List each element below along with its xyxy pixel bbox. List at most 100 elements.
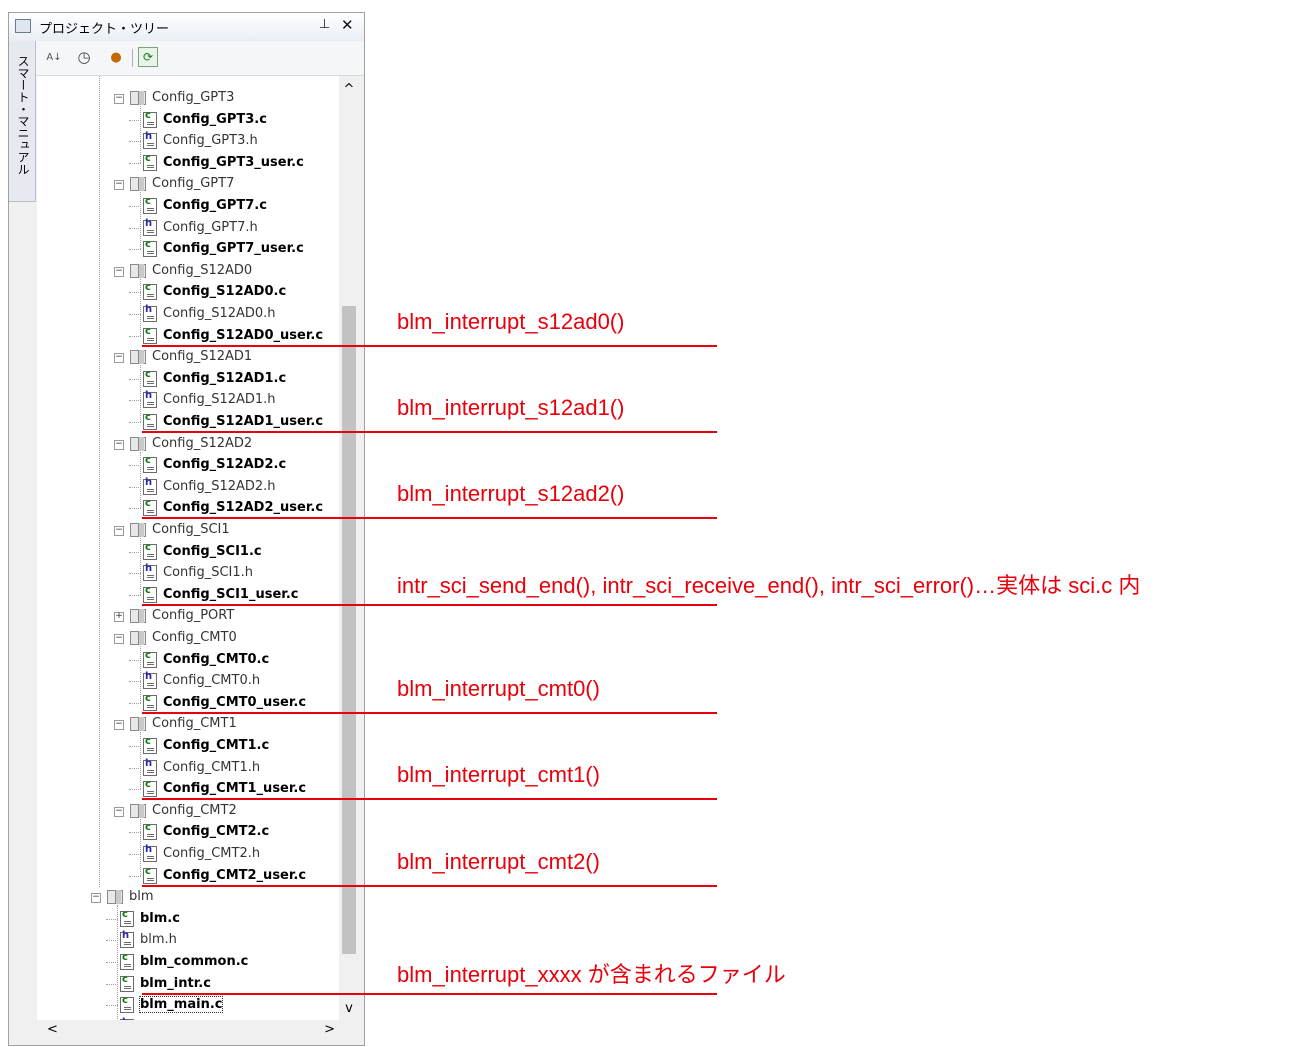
tree-file-label: Config_S12AD0.h <box>163 306 276 321</box>
tree-file[interactable]: blm_intr.c <box>37 974 339 994</box>
tree-file[interactable]: Config_S12AD0.c <box>37 282 339 302</box>
tree-file-label: blm_intr.c <box>140 975 211 991</box>
collapse-icon[interactable]: − <box>114 526 124 536</box>
collapse-icon[interactable]: − <box>114 353 124 364</box>
folder-icon <box>105 890 125 905</box>
sort-icon[interactable]: A↓ <box>44 47 64 67</box>
user-icon[interactable]: ● <box>106 47 126 67</box>
tree-file[interactable]: Config_S12AD0.h <box>37 304 339 324</box>
tree-folder[interactable]: − Config_SCI1 <box>37 520 339 540</box>
tree-folder[interactable]: − Config_S12AD0 <box>37 261 339 281</box>
tree-folder[interactable]: + Config_PORT <box>37 606 339 626</box>
pin-icon[interactable]: ⊥ <box>319 17 330 32</box>
h-file-icon <box>120 930 134 949</box>
c-file-icon <box>143 196 157 214</box>
tree-file[interactable]: Config_GPT3.c <box>37 110 339 130</box>
tree-file-label: blm_common.c <box>140 954 249 969</box>
tree-folder[interactable]: − Config_GPT3 <box>37 88 339 108</box>
collapse-icon[interactable]: − <box>114 94 124 104</box>
tree-file-label: Config_CMT1.c <box>163 738 270 753</box>
scroll-right-icon[interactable]: > <box>324 1022 335 1037</box>
horizontal-scrollbar[interactable]: < > <box>37 1020 359 1042</box>
tree-file[interactable]: Config_S12AD1_user.c <box>37 412 339 432</box>
tree-folder-label: Config_CMT0 <box>152 630 237 645</box>
annotation-underline <box>142 884 717 887</box>
collapse-icon[interactable]: − <box>114 266 124 277</box>
tree-file[interactable]: Config_GPT7_user.c <box>37 239 339 259</box>
tree-folder[interactable]: − Config_S12AD2 <box>37 434 339 454</box>
c-file-icon <box>120 952 134 970</box>
tree-file[interactable]: Config_S12AD1.h <box>37 390 339 410</box>
tree-folder-label: Config_S12AD1 <box>152 349 253 365</box>
folder-icon <box>128 263 148 278</box>
tree-guide-line <box>140 538 141 595</box>
tree-folder[interactable]: − Config_GPT7 <box>37 174 339 194</box>
scroll-up-icon[interactable]: ^ <box>340 82 358 97</box>
vertical-scrollbar[interactable]: ^ v <box>340 76 358 1020</box>
tree-file-label: Config_GPT3.c <box>163 111 267 127</box>
clock-icon[interactable]: ◷ <box>74 47 94 67</box>
tree-connector <box>129 335 141 337</box>
collapse-icon[interactable]: − <box>114 806 124 817</box>
tree-file[interactable]: Config_GPT7.c <box>37 196 339 216</box>
collapse-icon[interactable]: − <box>114 180 124 191</box>
c-file-icon <box>143 822 157 841</box>
expand-icon[interactable]: + <box>114 612 124 623</box>
collapse-icon[interactable]: − <box>114 720 124 731</box>
tree-file[interactable]: blm.c <box>37 909 339 929</box>
annotation-label: blm_interrupt_s12ad2() <box>397 481 625 507</box>
c-file-icon <box>143 282 157 301</box>
collapse-icon[interactable]: − <box>91 893 101 904</box>
c-file-icon <box>143 585 157 603</box>
folder-icon <box>128 803 148 818</box>
tree-folder[interactable]: − Config_CMT2 <box>37 801 339 821</box>
tree-folder[interactable]: − blm <box>37 887 339 907</box>
tree-folder[interactable]: − Config_CMT1 <box>37 714 339 734</box>
tree-file[interactable]: Config_S12AD2.h <box>37 477 339 497</box>
tree-folder[interactable]: − Config_S12AD1 <box>37 347 339 367</box>
tree-folder-label: Config_PORT <box>152 608 235 624</box>
tree-file[interactable]: Config_CMT0.c <box>37 650 339 670</box>
tree-file[interactable]: Config_CMT1_user.c <box>37 779 339 799</box>
c-file-icon <box>120 909 134 927</box>
tree-file[interactable]: Config_CMT1.h <box>37 758 339 778</box>
tree-file[interactable]: blm.h <box>37 930 339 950</box>
tree-file[interactable]: Config_CMT2.c <box>37 822 339 842</box>
tree-file-label: Config_CMT2.c <box>163 824 270 840</box>
tree-file[interactable]: Config_CMT1.c <box>37 736 339 756</box>
tree-file[interactable]: blm_main.c <box>37 995 339 1015</box>
tree-file[interactable]: Config_CMT2_user.c <box>37 866 339 886</box>
tree-file-label: Config_CMT0.c <box>163 651 270 667</box>
tree-folder[interactable]: − Config_CMT0 <box>37 628 339 648</box>
tree-file[interactable]: Config_CMT0.h <box>37 671 339 691</box>
tree-file[interactable]: Config_CMT0_user.c <box>37 693 339 713</box>
tree-file[interactable]: Config_CMT2.h <box>37 844 339 864</box>
scroll-thumb[interactable] <box>342 306 356 954</box>
tree-file-label: Config_CMT0_user.c <box>163 694 307 710</box>
tree-file-label: Config_SCI1_user.c <box>163 586 299 602</box>
tree-file[interactable]: Config_SCI1_user.c <box>37 585 339 605</box>
c-file-icon <box>143 736 157 754</box>
smart-manual-tab[interactable]: スマート・マニュアル <box>9 41 36 202</box>
tree-file[interactable]: Config_S12AD1.c <box>37 369 339 389</box>
tree-file[interactable]: Config_GPT3_user.c <box>37 153 339 173</box>
scroll-down-icon[interactable]: v <box>340 1001 358 1016</box>
tree-folder-label: Config_CMT2 <box>152 802 237 818</box>
annotation-label: blm_interrupt_cmt2() <box>397 848 600 874</box>
tree-file[interactable]: blm_common.c <box>37 952 339 972</box>
tree-file[interactable]: Config_GPT3.h <box>37 131 339 151</box>
tree-file[interactable]: Config_SCI1.c <box>37 542 339 562</box>
tree-file[interactable]: Config_S12AD0_user.c <box>37 326 339 346</box>
collapse-icon[interactable]: − <box>114 634 124 644</box>
folder-icon <box>128 631 148 645</box>
tree-file[interactable]: Config_SCI1.h <box>37 563 339 583</box>
tree-file[interactable]: Config_S12AD2_user.c <box>37 498 339 518</box>
collapse-icon[interactable]: − <box>114 439 124 450</box>
c-file-icon <box>143 110 157 128</box>
tree-file[interactable]: Config_S12AD2.c <box>37 455 339 475</box>
tree-file[interactable]: Config_GPT7.h <box>37 218 339 238</box>
scroll-left-icon[interactable]: < <box>47 1022 58 1037</box>
tree-file-label: Config_CMT2_user.c <box>163 867 307 883</box>
refresh-icon[interactable]: ⟳ <box>138 47 158 67</box>
close-icon[interactable]: ✕ <box>341 16 354 34</box>
